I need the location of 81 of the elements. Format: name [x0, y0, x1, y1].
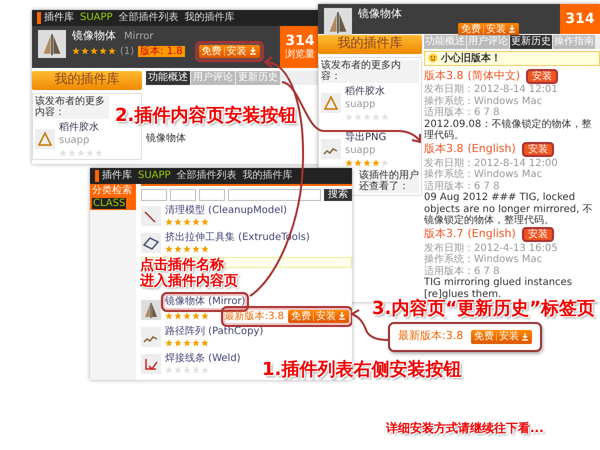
install-button[interactable]: 安装: [524, 144, 552, 155]
annotation-label: 1.插件列表右侧安装按钮: [262, 360, 462, 381]
tab[interactable]: 功能概述: [146, 71, 190, 84]
version-title: 版本3.8: [424, 143, 464, 156]
search-field[interactable]: [228, 189, 321, 201]
version-title: 版本3.8: [424, 70, 464, 82]
plugin-thumbnail-icon: [141, 354, 161, 374]
nav-link[interactable]: 我的插件库: [184, 12, 235, 24]
plugin-thumbnail-icon: [141, 206, 161, 226]
download-icon: [508, 25, 516, 34]
compatible-versions: 适用版本：6 7 8: [424, 180, 500, 192]
notice-text: 小心旧版本！: [441, 52, 501, 64]
description-title: 镜像物体: [146, 132, 187, 144]
annotation-label: 3.内容页“更新历史”标签页: [372, 299, 596, 320]
category-badge: CLASS: [92, 198, 126, 209]
annotation-label: 2.插件内容页安装按钮: [115, 106, 296, 127]
compatible-versions: 适用版本：6 7 8: [424, 107, 500, 118]
version-note: TIG mirroring glued instances [re]glues them.: [424, 277, 572, 300]
my-library-button[interactable]: 我的插件库: [32, 71, 142, 90]
version-language: (English): [468, 228, 516, 241]
plugin-thumbnail-icon: [321, 93, 341, 114]
version-title: 版本3.7: [424, 228, 464, 241]
smiley-icon: [428, 53, 438, 64]
search-button[interactable]: 搜索: [324, 189, 352, 201]
category-title: 分类检索: [92, 185, 132, 196]
release-date: 发布日期：2012-4-13 16:05: [424, 242, 559, 254]
logo-subtitle: SUAPP: [80, 12, 113, 24]
annotation-label: 进入插件内容页: [140, 273, 238, 289]
sidebar-heading: 该发布者的更多内容：: [35, 96, 109, 119]
download-icon: [248, 47, 257, 56]
filter-dropdown[interactable]: [141, 189, 167, 201]
plugin-link[interactable]: 稻件胶水: [59, 122, 103, 134]
os-info: 操作系统：Windows Mac: [424, 96, 544, 106]
my-library-button[interactable]: 我的插件库: [318, 35, 422, 54]
mirror-icon: [38, 30, 66, 58]
latest-version-text: 最新版本:3.8: [224, 310, 284, 322]
footer-hint: 详细安装方式请继续往下看...: [386, 422, 544, 436]
plugin-english-name: Mirror: [124, 30, 154, 42]
install-button[interactable]: 安装: [524, 229, 552, 240]
plugin-link[interactable]: 导出PNG: [345, 132, 389, 144]
version-note: 2012.09.08：不镜像锁定的物体，整理代码。: [424, 118, 592, 142]
version-language: (English): [468, 143, 516, 156]
author-text: suapp: [59, 135, 90, 147]
version-tag: 版本: 1.8: [138, 46, 185, 58]
install-button[interactable]: 安装: [528, 70, 556, 82]
plugin-thumbnail-icon: [35, 129, 55, 150]
filter-dropdown[interactable]: [170, 189, 196, 201]
logo-subtitle: SUAPP: [138, 170, 171, 182]
plugin-title-link[interactable]: 路径阵列 (PathCopy): [165, 326, 264, 338]
plugin-title-link[interactable]: 清理模型 (CleanupModel): [165, 204, 288, 216]
download-icon: [521, 332, 530, 341]
release-date: 发布日期：2012-8-14 12:01: [424, 84, 559, 96]
nav-link[interactable]: 我的插件库: [242, 170, 293, 182]
views-counter: 314: [560, 4, 600, 34]
mirror-icon: [141, 300, 161, 320]
nav-link[interactable]: 全部插件列表: [118, 12, 179, 24]
filter-dropdown[interactable]: [199, 189, 225, 201]
sidebar-heading: 该发布者的更多内容：: [321, 60, 419, 83]
nav-link[interactable]: 全部插件列表: [176, 170, 237, 182]
plugin-thumbnail-icon: [141, 326, 161, 346]
plugin-name: 镜像物体: [72, 30, 116, 43]
author-text: suapp: [345, 145, 376, 157]
download-icon: [338, 312, 346, 320]
latest-version-text: 最新版本:3.8: [398, 330, 464, 344]
tab[interactable]: 更新历史: [510, 35, 552, 48]
os-info: 操作系统：Windows Mac: [424, 254, 544, 266]
plugin-title-link[interactable]: 焊接线条 (Weld): [165, 352, 241, 364]
author-text: suapp: [345, 99, 376, 111]
plugin-thumbnail-icon: [141, 232, 161, 252]
version-note: 09 Aug 2012 ### TIG, locked objects are no longer mirrored, 不镜像锁定的物体，整理代码。: [424, 192, 594, 226]
plugin-link[interactable]: 稻件胶水: [345, 86, 389, 98]
views-counter: 314 浏览量: [280, 26, 320, 68]
annotation-label: 点击插件名称: [140, 257, 224, 273]
compatible-versions: 适用版本：6 7 8: [424, 266, 500, 277]
plugin-name: 镜像物体: [358, 8, 403, 21]
release-date: 发布日期：2012-8-14 12:00: [424, 158, 559, 168]
sidebar-heading: 该插件的用户还查看了：: [359, 170, 419, 193]
os-info: 操作系统：Windows Mac: [424, 169, 544, 180]
version-language: (简体中文): [468, 70, 520, 82]
plugin-thumbnail-icon: [321, 139, 341, 160]
rating-count: (1): [120, 46, 134, 58]
